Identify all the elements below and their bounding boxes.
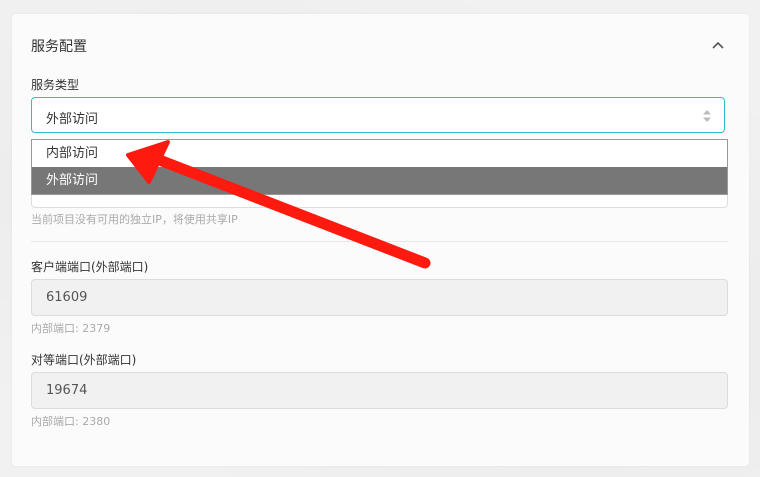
option-internal-access[interactable]: 内部访问 — [32, 140, 727, 167]
option-external-access[interactable]: 外部访问 — [32, 167, 727, 194]
peer-port-label: 对等端口(外部端口) — [31, 353, 137, 367]
peer-port-input[interactable]: 19674 — [31, 372, 728, 409]
client-port-label: 客户端端口(外部端口) — [31, 260, 149, 274]
service-type-help-text: 当前项目没有可用的独立IP，将使用共享IP — [31, 213, 238, 226]
section-title: 服务配置 — [31, 39, 87, 55]
collapse-button[interactable] — [709, 36, 727, 54]
service-config-card: 服务配置 服务类型 外部访问 内部访问 外部访问 当前项目没有可用的独立IP，将… — [12, 14, 749, 466]
service-type-dropdown: 内部访问 外部访问 — [31, 139, 728, 195]
divider — [31, 241, 728, 242]
chevron-up-icon — [712, 41, 724, 49]
sort-arrows-icon — [703, 110, 711, 122]
page: 服务配置 服务类型 外部访问 内部访问 外部访问 当前项目没有可用的独立IP，将… — [0, 0, 760, 477]
service-type-value: 外部访问 — [46, 112, 99, 127]
service-type-select[interactable]: 外部访问 — [31, 97, 725, 133]
client-port-help-text: 内部端口: 2379 — [31, 322, 111, 335]
peer-port-help-text: 内部端口: 2380 — [31, 415, 111, 428]
service-type-label: 服务类型 — [31, 78, 80, 92]
client-port-input[interactable]: 61609 — [31, 279, 728, 316]
